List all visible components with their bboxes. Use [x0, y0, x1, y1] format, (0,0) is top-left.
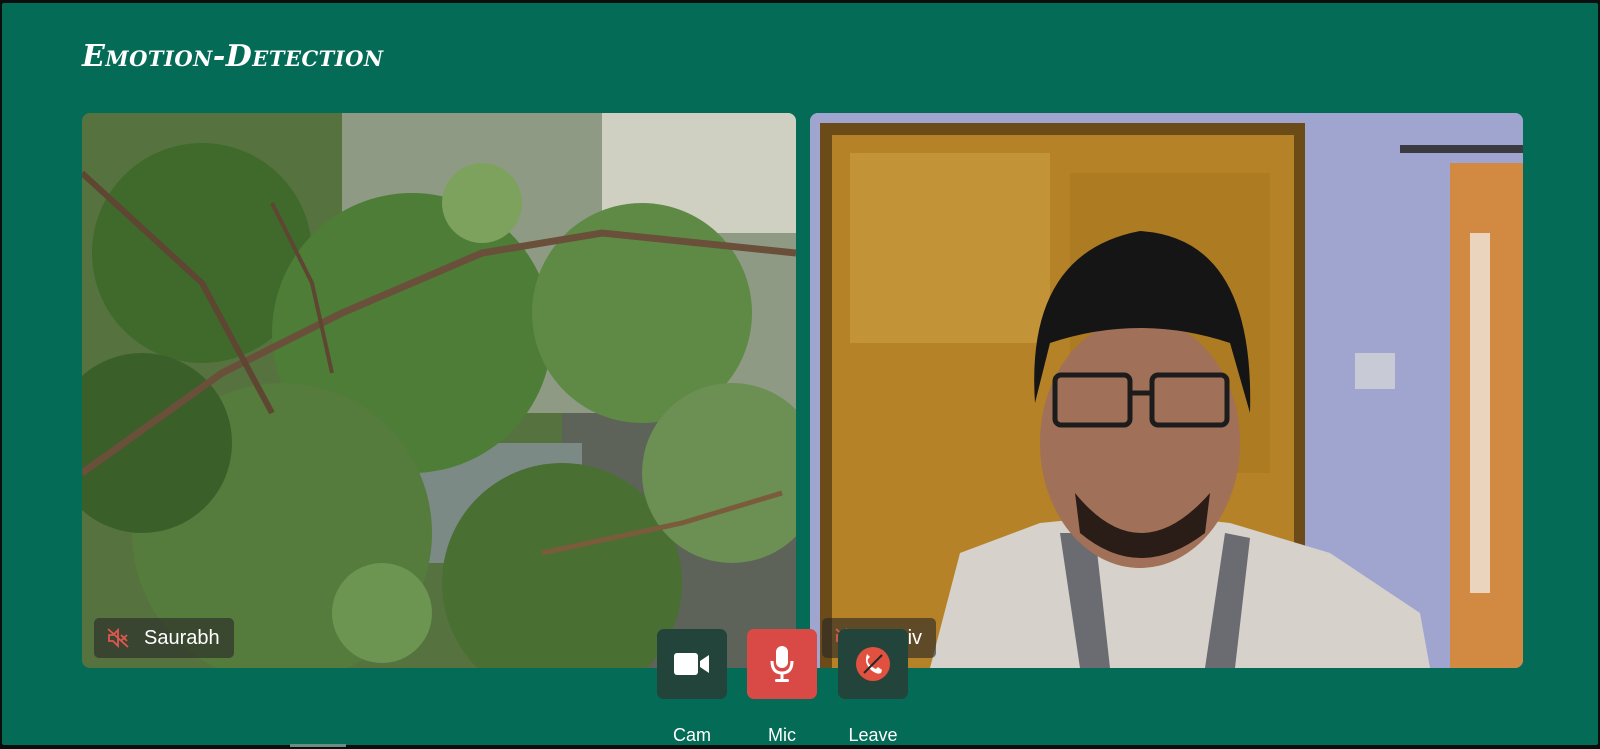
mic-button[interactable]	[747, 629, 817, 699]
camera-icon	[674, 653, 709, 675]
microphone-icon	[770, 646, 794, 682]
call-controls: Cam Mic Leave	[2, 629, 1598, 749]
cam-label: Cam	[672, 725, 711, 745]
app-title: Emotion-Detection	[82, 39, 384, 74]
video-tile-saurabh[interactable]: Saurabh	[82, 113, 796, 668]
scrollbar-indicator[interactable]	[290, 744, 346, 747]
video-feed-agniv	[810, 113, 1523, 668]
mic-label: Mic	[768, 725, 796, 745]
cam-control: Cam	[657, 629, 727, 746]
phone-hangup-icon	[856, 647, 890, 681]
video-feed-saurabh	[82, 113, 796, 668]
app-window: Emotion-Detection Saurabh Cam Mic Leave	[2, 3, 1598, 745]
leave-button[interactable]	[838, 629, 908, 699]
cam-button[interactable]	[657, 629, 727, 699]
video-tile-agniv[interactable]: Agniv	[810, 113, 1523, 668]
leave-label: Leave	[848, 725, 898, 745]
leave-control: Leave	[838, 629, 908, 746]
mic-control: Mic	[747, 629, 817, 746]
